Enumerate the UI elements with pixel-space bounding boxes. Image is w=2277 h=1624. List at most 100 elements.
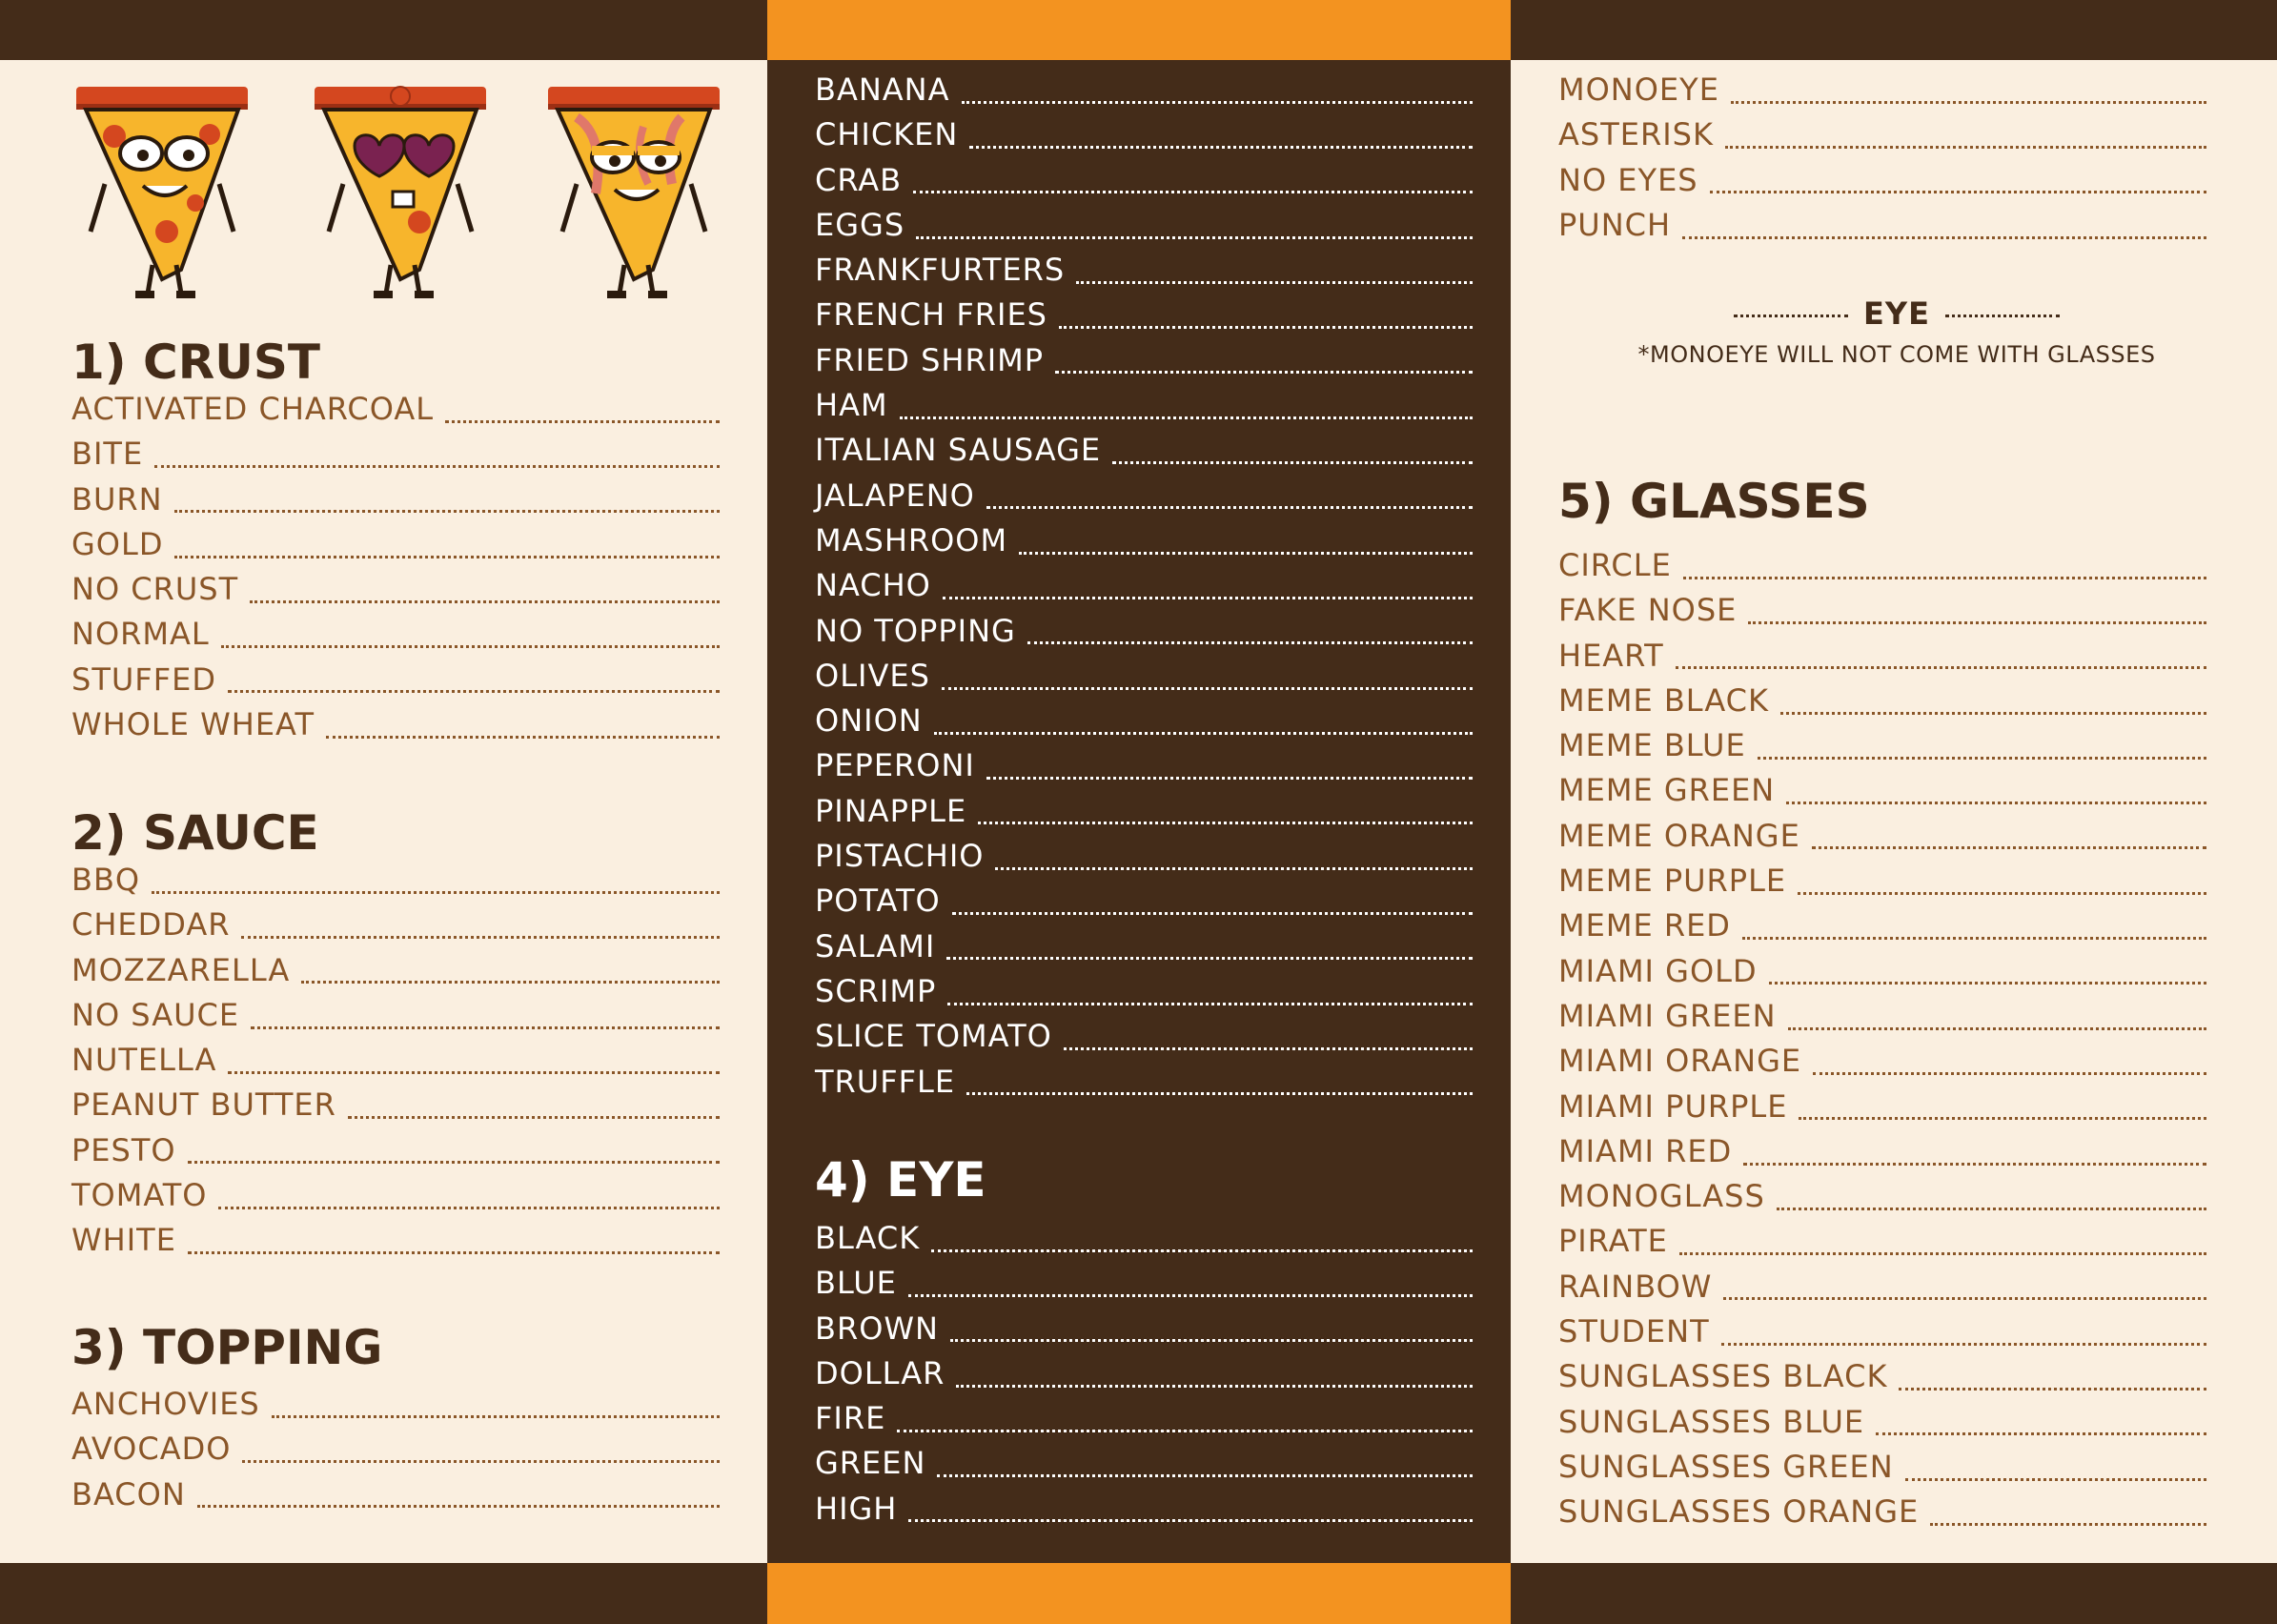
dot-leader bbox=[1799, 1114, 2206, 1121]
menu-item: MEME GREEN bbox=[1558, 772, 2206, 817]
menu-item: PUNCH bbox=[1558, 207, 2206, 252]
menu-item-label: POTATO bbox=[815, 883, 941, 920]
menu-item-label: FRIED SHRIMP bbox=[815, 341, 1045, 378]
dot-leader bbox=[986, 503, 1473, 510]
menu-item-label: MEME BLACK bbox=[1558, 681, 1769, 719]
eye-list-right: MONOEYE ASTERISK NO EYES PUNCH bbox=[1558, 71, 2206, 252]
menu-item-label: CHICKEN bbox=[815, 116, 959, 153]
menu-item-label: HEART bbox=[1558, 637, 1664, 674]
menu-item-label: DOLLAR bbox=[815, 1354, 945, 1391]
bottom-band-center bbox=[767, 1563, 1511, 1624]
dot-leader bbox=[986, 774, 1473, 781]
menu-item-label: BANANA bbox=[815, 71, 950, 108]
dot-leader bbox=[1709, 188, 2206, 194]
crust-list: ACTIVATED CHARCOAL BITE BURN GOLD NO CRUST NO… bbox=[71, 391, 720, 751]
dot-leader bbox=[196, 1502, 720, 1509]
menu-item: MIAMI ORANGE bbox=[1558, 1043, 2206, 1087]
dot-leader bbox=[1730, 98, 2206, 104]
menu-item: SALAMI bbox=[815, 928, 1473, 973]
menu-item: CRAB bbox=[815, 162, 1473, 207]
menu-item-label: PINAPPLE bbox=[815, 792, 967, 829]
menu-item: OLIVES bbox=[815, 658, 1473, 702]
menu-item: DOLLAR bbox=[815, 1355, 1473, 1400]
dot-leader bbox=[1876, 1430, 2206, 1436]
dot-leader bbox=[154, 462, 720, 468]
menu-item-label: ANCHOVIES bbox=[71, 1386, 260, 1422]
dot-leader bbox=[908, 1516, 1473, 1523]
menu-item: NO SAUCE bbox=[71, 997, 720, 1042]
menu-item: MIAMI GREEN bbox=[1558, 998, 2206, 1043]
menu-item: MIAMI GOLD bbox=[1558, 953, 2206, 998]
menu-item-label: JALAPENO bbox=[815, 477, 975, 514]
dot-leader bbox=[1780, 709, 2206, 715]
menu-item-label: MONOEYE bbox=[1558, 71, 1719, 108]
pepperoni-pizza-icon bbox=[76, 87, 248, 298]
menu-item-label: SUNGLASSES BLACK bbox=[1558, 1358, 1888, 1395]
menu-item: BACON bbox=[71, 1476, 720, 1521]
topping-list-left: ANCHOVIES AVOCADO BACON bbox=[71, 1386, 720, 1521]
menu-item-label: GREEN bbox=[815, 1445, 926, 1482]
menu-item-label: SLICE TOMATO bbox=[815, 1018, 1052, 1055]
menu-item: MONOGLASS bbox=[1558, 1178, 2206, 1223]
dot-leader bbox=[227, 687, 720, 694]
dot-leader bbox=[1675, 663, 2206, 670]
dot-leader bbox=[220, 642, 720, 649]
menu-item: FRENCH FRIES bbox=[815, 296, 1473, 341]
menu-item: NO TOPPING bbox=[815, 613, 1473, 658]
menu-item: MEME BLUE bbox=[1558, 727, 2206, 772]
menu-item: ITALIAN SAUSAGE bbox=[815, 432, 1473, 477]
menu-item-label: FIRE bbox=[815, 1400, 886, 1437]
menu-item-label: BLUE bbox=[815, 1265, 897, 1302]
menu-item: TOMATO bbox=[71, 1177, 720, 1222]
menu-item-label: MIAMI GREEN bbox=[1558, 997, 1777, 1034]
menu-item: BLACK bbox=[815, 1220, 1473, 1265]
menu-item-label: NO TOPPING bbox=[815, 612, 1016, 649]
topping-list-mid: BANANA CHICKEN CRAB EGGS FRANKFURTERS FRENCH … bbox=[815, 71, 1473, 1108]
heart-glasses-pizza-icon bbox=[315, 86, 486, 298]
menu-item-label: EGGS bbox=[815, 206, 905, 243]
middle-panel: BANANA CHICKEN CRAB EGGS FRANKFURTERS FRENCH … bbox=[767, 60, 1511, 1563]
menu-item-label: RAINBOW bbox=[1558, 1268, 1713, 1305]
dot-leader bbox=[218, 1204, 720, 1209]
menu-item-label: NO CRUST bbox=[71, 571, 239, 608]
menu-item: AVOCADO bbox=[71, 1431, 720, 1475]
menu-item-label: MEME RED bbox=[1558, 907, 1731, 944]
menu-item: PISTACHIO bbox=[815, 838, 1473, 883]
dot-leader bbox=[187, 1248, 720, 1255]
eye-footnote-label: EYE bbox=[1863, 295, 1930, 332]
menu-item: MOZZARELLA bbox=[71, 952, 720, 997]
dot-leader bbox=[1798, 889, 2206, 895]
dot-leader bbox=[899, 414, 1473, 419]
dot-leader bbox=[961, 98, 1473, 104]
glasses-heading: 5) GLASSES bbox=[1558, 474, 1870, 529]
menu-item: ONION bbox=[815, 702, 1473, 747]
dot-leader bbox=[1734, 314, 1849, 317]
bottom-band bbox=[0, 1563, 2277, 1624]
menu-item-label: PISTACHIO bbox=[815, 838, 985, 875]
dot-leader bbox=[1019, 549, 1473, 555]
menu-item-label: NO EYES bbox=[1558, 161, 1698, 198]
menu-item-label: GOLD bbox=[71, 525, 164, 562]
menu-item: MEME BLACK bbox=[1558, 682, 2206, 727]
menu-item: SCRIMP bbox=[815, 973, 1473, 1018]
dot-leader bbox=[951, 909, 1473, 915]
dot-leader bbox=[897, 1427, 1473, 1432]
dot-leader bbox=[187, 1158, 720, 1165]
mascot-row bbox=[67, 79, 734, 308]
dot-leader bbox=[1741, 934, 2206, 941]
menu-item-label: TOMATO bbox=[71, 1177, 208, 1214]
dot-leader bbox=[937, 1472, 1473, 1478]
dot-leader bbox=[1813, 1069, 2206, 1075]
menu-item-label: SUNGLASSES GREEN bbox=[1558, 1448, 1894, 1485]
menu-item-label: BITE bbox=[71, 436, 144, 473]
menu-item: MONOEYE bbox=[1558, 71, 2206, 116]
dot-leader bbox=[1724, 143, 2206, 149]
menu-item-label: MIAMI RED bbox=[1558, 1132, 1733, 1169]
menu-item: BANANA bbox=[815, 71, 1473, 116]
dot-leader bbox=[942, 594, 1473, 599]
menu-item: FRANKFURTERS bbox=[815, 252, 1473, 296]
dot-leader bbox=[1786, 799, 2206, 805]
menu-item: BLUE bbox=[815, 1265, 1473, 1309]
menu-item: NUTELLA bbox=[71, 1042, 720, 1086]
menu-item-label: MEME GREEN bbox=[1558, 772, 1776, 809]
